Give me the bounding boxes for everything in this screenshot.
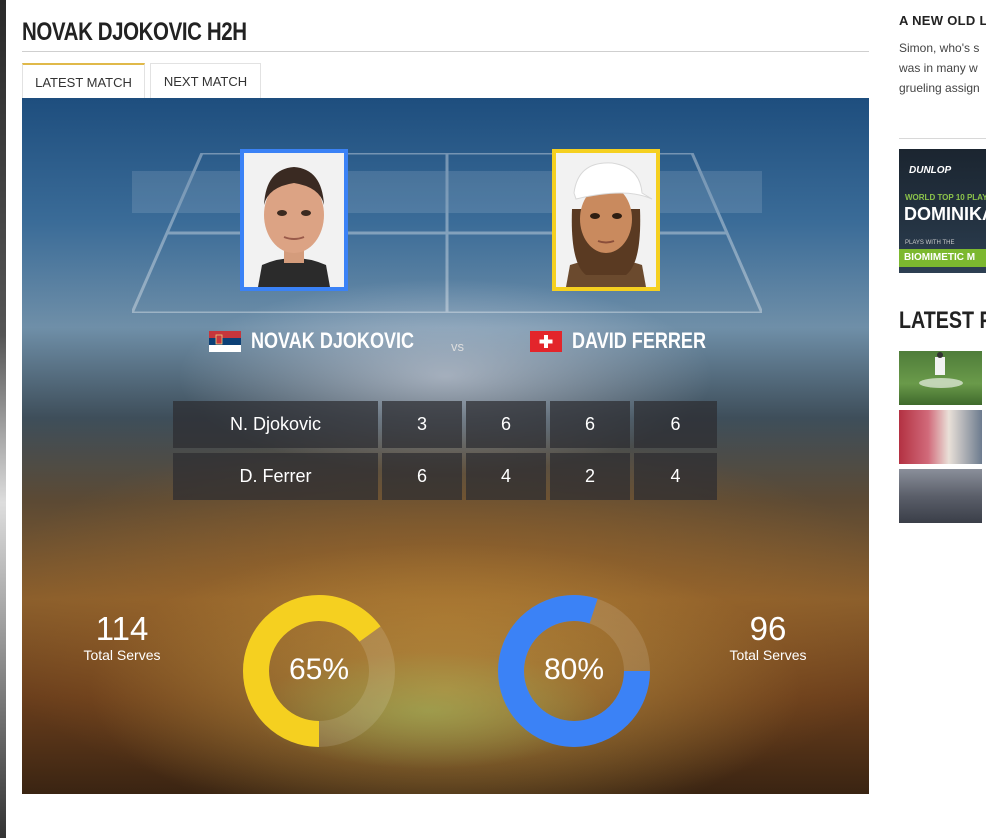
news-excerpt-line: Simon, who's s: [899, 41, 980, 55]
player1-set-4: 6: [634, 401, 717, 448]
photo-thumbnail[interactable]: [899, 351, 982, 405]
ad-plays-with: PLAYS WITH THE: [905, 240, 955, 246]
ad-player-name: DOMINIKA: [904, 204, 986, 224]
player1-name: NOVAK DJOKOVIC: [251, 328, 415, 353]
h2h-panel: NOVAK DJOKOVIC vs DAVID FERRER N. Djokov…: [22, 98, 869, 794]
player2-set-3: 2: [550, 453, 630, 500]
news-title-link[interactable]: A NEW OLD L: [899, 13, 986, 28]
tennis-player-image-icon: [919, 352, 963, 388]
player1-serves-label: Total Serves: [83, 647, 161, 663]
player2-serves-count: 96: [749, 610, 787, 647]
ferrer-avatar-icon: [556, 153, 656, 287]
page-left-edge: [0, 0, 6, 838]
serbia-flag-icon: [209, 331, 241, 352]
news-excerpt-line: grueling assign: [899, 81, 980, 95]
sidebar: A NEW OLD L Simon, who's s was in many w…: [899, 0, 986, 838]
ad-product: BIOMIMETIC M: [899, 249, 986, 267]
player1-set-1: 3: [382, 401, 462, 448]
player2-photo: [552, 149, 660, 291]
court-graphic: [132, 153, 762, 313]
player2-set-2: 4: [466, 453, 546, 500]
player1-serves-count: 114: [95, 610, 149, 647]
player1-serve-percent: 65%: [288, 653, 350, 686]
player1-short-name: N. Djokovic: [173, 401, 378, 448]
player2-set-1: 6: [382, 453, 462, 500]
ad-tagline: WORLD TOP 10 PLAYE: [905, 193, 986, 202]
sidebar-divider: [899, 138, 986, 139]
latest-photos-title: LATEST PH: [899, 307, 986, 334]
player2-serves-label: Total Serves: [729, 647, 807, 663]
player2-short-name: D. Ferrer: [173, 453, 378, 500]
djokovic-avatar-icon: [244, 153, 344, 287]
switzerland-flag-icon: [530, 331, 562, 352]
tab-latest-match[interactable]: LATEST MATCH: [22, 63, 145, 99]
player2-set-4: 4: [634, 453, 717, 500]
player1-photo: [240, 149, 348, 291]
player2-serve-percent: 80%: [543, 653, 605, 686]
vs-label: vs: [451, 339, 464, 354]
photo-thumbnail[interactable]: [899, 469, 982, 523]
player1-set-2: 6: [466, 401, 546, 448]
player1-set-3: 6: [550, 401, 630, 448]
player2-name: DAVID FERRER: [572, 328, 706, 353]
photo-thumbnail[interactable]: [899, 410, 982, 464]
title-divider: [22, 51, 869, 52]
dunlop-logo: DUNLOP: [909, 165, 952, 176]
dunlop-ad-banner[interactable]: DUNLOP WORLD TOP 10 PLAYE DOMINIKA PLAYS…: [899, 149, 986, 273]
page-title: NOVAK DJOKOVIC H2H: [22, 18, 247, 46]
tab-next-match[interactable]: NEXT MATCH: [150, 63, 261, 99]
news-excerpt-line: was in many w: [899, 61, 978, 75]
